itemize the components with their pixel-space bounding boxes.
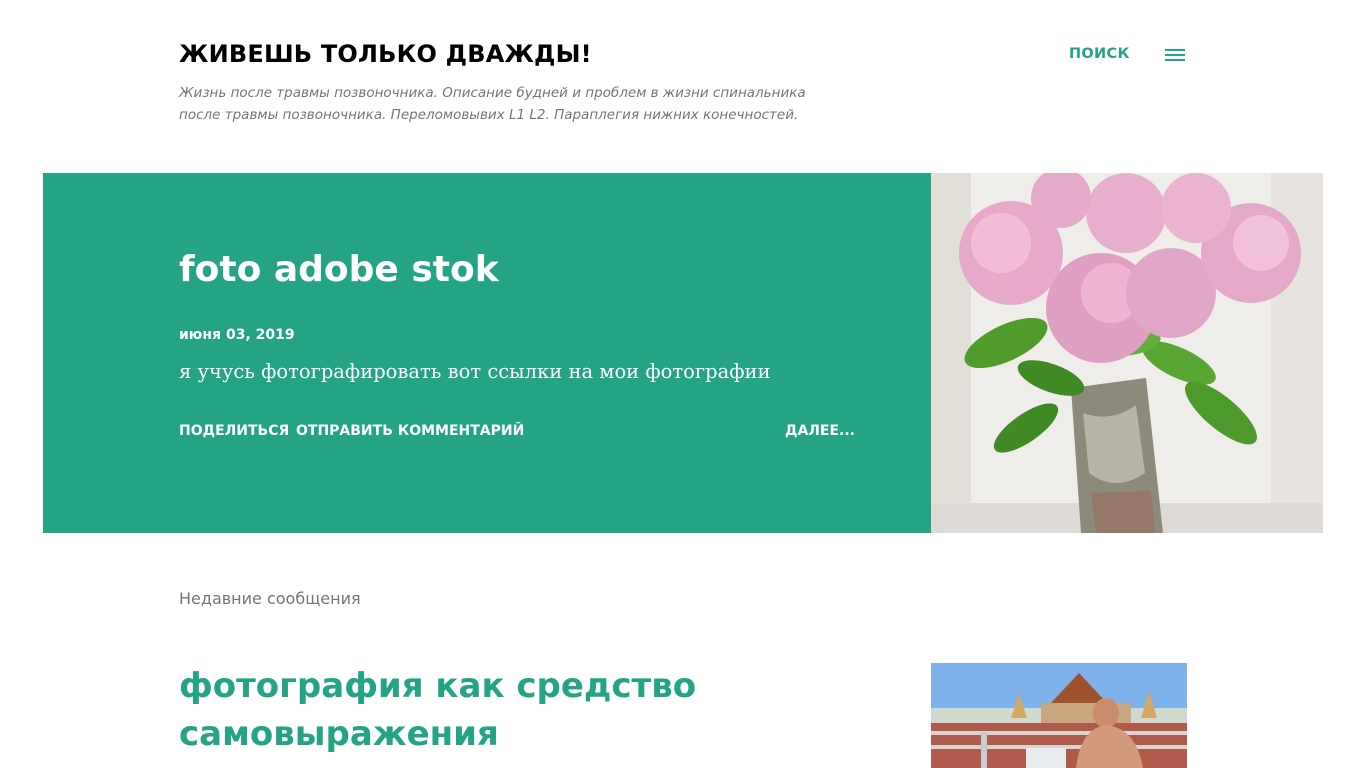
pool-photo [931,663,1187,768]
featured-post: foto adobe stok июня 03, 2019 я учусь фо… [43,173,931,533]
featured-post-date[interactable]: июня 03, 2019 [179,327,295,343]
featured-post-title[interactable]: foto adobe stok [179,249,499,290]
hydrangea-vase-photo [931,173,1323,533]
featured-post-actions: ПОДЕЛИТЬСЯ ОТПРАВИТЬ КОММЕНТАРИЙ ДАЛЕЕ..… [179,423,855,443]
recent-posts-heading: Недавние сообщения [179,589,361,608]
blog-description: Жизнь после травмы позвоночника. Описани… [179,85,806,123]
blog-page: ЖИВЕШЬ ТОЛЬКО ДВАЖДЫ! Жизнь после травмы… [0,0,1366,768]
recent-post-title[interactable]: фотография как средство самовыражения [179,662,739,758]
share-button[interactable]: ПОДЕЛИТЬСЯ [179,423,289,439]
recent-post-image[interactable] [931,663,1187,768]
hamburger-menu-icon[interactable] [1164,46,1186,64]
read-more-link[interactable]: ДАЛЕЕ... [785,423,855,439]
post-comment-button[interactable]: ОТПРАВИТЬ КОММЕНТАРИЙ [296,423,524,439]
featured-post-image[interactable] [931,173,1323,533]
blog-title[interactable]: ЖИВЕШЬ ТОЛЬКО ДВАЖДЫ! [179,40,592,68]
featured-post-snippet: я учусь фотографировать вот ссылки на мо… [179,360,771,383]
search-button[interactable]: ПОИСК [1069,46,1130,62]
